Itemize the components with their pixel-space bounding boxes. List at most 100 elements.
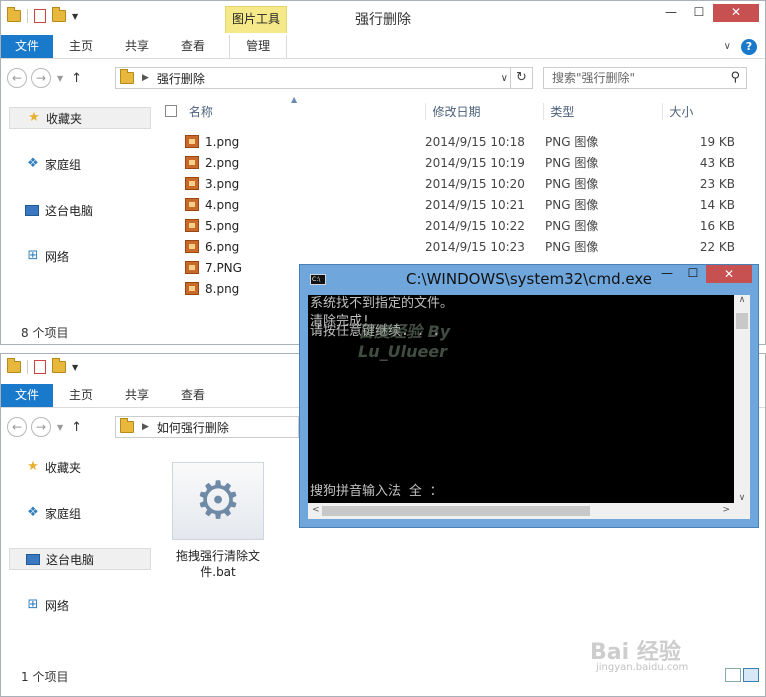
file-date: 2014/9/15 10:19 xyxy=(425,155,525,170)
ribbon-right: ∨ ? xyxy=(724,35,765,58)
column-name[interactable]: 名称 xyxy=(189,103,426,120)
image-file-icon xyxy=(185,282,199,295)
nav-item-this-pc[interactable]: 这台电脑 xyxy=(1,199,153,221)
back-arrow-icon[interactable]: ← xyxy=(7,417,27,437)
file-row[interactable]: 2.png 2014/9/15 10:19 PNG 图像 43 KB xyxy=(185,152,745,173)
select-all-checkbox[interactable] xyxy=(165,105,177,117)
cmd-window: C:\ C:\WINDOWS\system32\cmd.exe — ☐ ✕ 系统… xyxy=(299,264,759,528)
search-input[interactable]: 搜索"强行删除" ⚲ xyxy=(543,67,747,89)
tab-view[interactable]: 查看 xyxy=(165,35,221,58)
bat-file-item[interactable]: ⚙ 拖拽强行清除文件.bat xyxy=(172,462,264,580)
scroll-thumb[interactable] xyxy=(736,313,748,329)
size-grip[interactable] xyxy=(734,503,750,519)
star-icon: ★ xyxy=(28,110,40,125)
scroll-thumb[interactable] xyxy=(322,506,590,516)
search-placeholder: 搜索"强行删除" xyxy=(552,71,636,85)
image-file-icon xyxy=(185,198,199,211)
close-icon[interactable]: ✕ xyxy=(706,265,752,283)
scroll-up-icon[interactable]: ∧ xyxy=(734,295,750,305)
window-controls: — ☐ ✕ xyxy=(654,265,752,283)
view-switcher xyxy=(725,668,759,682)
vertical-scrollbar[interactable]: ∧ ∨ xyxy=(734,295,750,503)
maximize-icon[interactable]: ☐ xyxy=(685,4,713,22)
recent-locations-icon[interactable]: ▼ xyxy=(57,423,63,432)
folder-icon xyxy=(120,418,134,433)
address-bar[interactable]: ▶ 强行删除 ∨ ↻ xyxy=(115,67,533,89)
back-arrow-icon[interactable]: ← xyxy=(7,68,27,88)
file-size: 22 KB xyxy=(699,239,735,254)
nav-item-network[interactable]: ⊞ 网络 xyxy=(1,245,153,267)
new-folder-icon[interactable] xyxy=(52,358,66,373)
status-bar-count: 8 个项目 xyxy=(21,326,69,340)
nav-label: 收藏夹 xyxy=(46,111,83,126)
nav-item-this-pc[interactable]: 这台电脑 xyxy=(9,548,151,570)
watermark-line: Lu_Ulueer xyxy=(358,342,448,361)
file-size: 16 KB xyxy=(699,218,735,233)
search-icon[interactable]: ⚲ xyxy=(730,68,740,88)
watermark-overlay: 百度经验 By Lu_Ulueer xyxy=(358,318,450,361)
up-arrow-icon[interactable]: ↑ xyxy=(71,71,82,86)
column-type[interactable]: 类型 xyxy=(543,102,662,120)
ribbon-tabs: 文件 主页 共享 查看 管理 ∨ ? xyxy=(1,35,765,59)
window-controls: — ☐ ✕ xyxy=(657,4,759,22)
nav-item-favorites[interactable]: ★ 收藏夹 xyxy=(9,107,151,129)
tab-home[interactable]: 主页 xyxy=(53,35,109,58)
nav-label: 家庭组 xyxy=(45,506,82,521)
file-row[interactable]: 1.png 2014/9/15 10:18 PNG 图像 19 KB xyxy=(185,131,745,152)
file-size: 43 KB xyxy=(699,155,735,170)
address-bar[interactable]: ▶ 如何强行删除 xyxy=(115,416,299,438)
up-arrow-icon[interactable]: ↑ xyxy=(71,420,82,435)
tab-share[interactable]: 共享 xyxy=(109,35,165,58)
file-name: 1.png xyxy=(205,134,240,149)
horizontal-scrollbar[interactable]: < > xyxy=(308,503,734,519)
details-view-icon[interactable] xyxy=(725,668,741,682)
folder-icon[interactable] xyxy=(7,358,21,373)
tab-share[interactable]: 共享 xyxy=(109,384,165,407)
column-size[interactable]: 大小 xyxy=(662,102,741,120)
close-icon[interactable]: ✕ xyxy=(713,4,759,22)
nav-item-homegroup[interactable]: ❖ 家庭组 xyxy=(1,502,153,524)
tab-view[interactable]: 查看 xyxy=(165,384,221,407)
refresh-icon[interactable]: ↻ xyxy=(510,68,532,88)
nav-label: 这台电脑 xyxy=(46,552,95,567)
file-row[interactable]: 6.png 2014/9/15 10:23 PNG 图像 22 KB xyxy=(185,236,745,257)
scroll-left-icon[interactable]: < xyxy=(312,505,320,515)
file-row[interactable]: 5.png 2014/9/15 10:22 PNG 图像 16 KB xyxy=(185,215,745,236)
nav-item-network[interactable]: ⊞ 网络 xyxy=(1,594,153,616)
title-bar: ▼ 图片工具 强行删除 — ☐ ✕ xyxy=(1,1,765,33)
minimize-icon[interactable]: — xyxy=(654,265,680,283)
scroll-down-icon[interactable]: ∨ xyxy=(734,493,750,503)
status-bar-count: 1 个项目 xyxy=(21,670,69,684)
tab-file[interactable]: 文件 xyxy=(1,35,54,58)
large-icons-view-icon[interactable] xyxy=(743,668,759,682)
console-line: 系统找不到指定的文件。 xyxy=(310,296,454,311)
chevron-down-icon[interactable]: ▼ xyxy=(72,363,78,372)
chevron-right-icon[interactable]: ▶ xyxy=(142,73,149,83)
help-icon[interactable]: ? xyxy=(741,38,757,55)
recent-locations-icon[interactable]: ▼ xyxy=(57,74,63,83)
tab-manage[interactable]: 管理 xyxy=(229,35,288,58)
file-row[interactable]: 4.png 2014/9/15 10:21 PNG 图像 14 KB xyxy=(185,194,745,215)
chevron-right-icon[interactable]: ▶ xyxy=(142,422,149,432)
nav-item-homegroup[interactable]: ❖ 家庭组 xyxy=(1,153,153,175)
folder-icon xyxy=(120,69,134,84)
homegroup-icon: ❖ xyxy=(27,505,39,520)
tab-home[interactable]: 主页 xyxy=(53,384,109,407)
scroll-right-icon[interactable]: > xyxy=(722,505,730,515)
maximize-icon[interactable]: ☐ xyxy=(680,265,706,283)
image-file-icon xyxy=(185,240,199,253)
properties-icon[interactable] xyxy=(34,360,46,374)
forward-arrow-icon[interactable]: → xyxy=(31,68,51,88)
expand-ribbon-icon[interactable]: ∨ xyxy=(724,41,731,52)
forward-arrow-icon[interactable]: → xyxy=(31,417,51,437)
file-size: 19 KB xyxy=(699,134,735,149)
chevron-down-icon[interactable]: ∨ xyxy=(501,73,508,84)
file-date: 2014/9/15 10:23 xyxy=(425,239,525,254)
file-name: 3.png xyxy=(205,176,240,191)
tab-file[interactable]: 文件 xyxy=(1,384,54,407)
column-date[interactable]: 修改日期 xyxy=(425,102,543,120)
minimize-icon[interactable]: — xyxy=(657,4,685,22)
sort-ascending-icon: ▲ xyxy=(291,95,298,104)
nav-item-favorites[interactable]: ★ 收藏夹 xyxy=(1,456,153,478)
file-row[interactable]: 3.png 2014/9/15 10:20 PNG 图像 23 KB xyxy=(185,173,745,194)
